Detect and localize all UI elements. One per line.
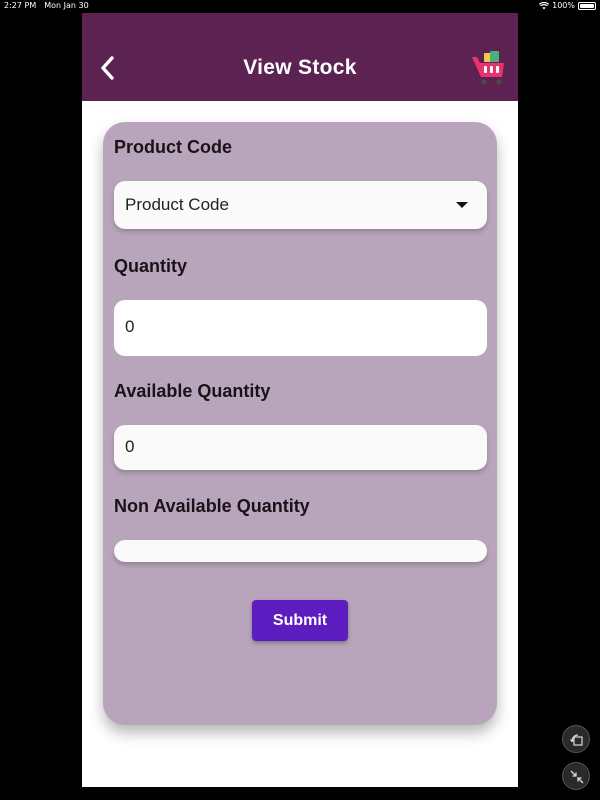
page-title: View Stock [243, 56, 357, 79]
status-bar-left: 2:27 PM Mon Jan 30 [4, 1, 89, 10]
status-bar-right: 100% [539, 1, 596, 10]
rotate-button[interactable] [562, 725, 590, 753]
chevron-down-icon [456, 202, 468, 208]
status-date: Mon Jan 30 [44, 1, 89, 10]
quantity-input[interactable]: 0 [114, 300, 487, 356]
app-window: View Stock Product Code Product Code Qua… [82, 13, 518, 787]
collapse-button[interactable] [562, 762, 590, 790]
available-quantity-label: Available Quantity [114, 381, 271, 401]
status-time: 2:27 PM [4, 1, 37, 10]
collapse-icon [570, 770, 584, 784]
battery-percent: 100% [552, 1, 575, 10]
product-code-selected: Product Code [125, 195, 229, 214]
app-bar: View Stock [82, 13, 518, 101]
available-quantity-value: 0 [125, 437, 135, 456]
non-available-quantity-field[interactable] [114, 540, 487, 562]
shopping-cart-icon[interactable] [470, 49, 508, 87]
quantity-value: 0 [125, 317, 135, 336]
quantity-label: Quantity [114, 256, 188, 276]
non-available-quantity-label: Non Available Quantity [114, 496, 310, 516]
wifi-icon [539, 1, 550, 9]
stock-form-card: Product Code Product Code Quantity 0 Ava… [103, 122, 497, 725]
status-bar: 2:27 PM Mon Jan 30 100% [0, 0, 600, 12]
submit-button[interactable]: Submit [252, 600, 348, 641]
product-code-dropdown[interactable]: Product Code [114, 181, 487, 229]
available-quantity-field[interactable]: 0 [114, 425, 487, 470]
product-code-label: Product Code [114, 137, 233, 157]
battery-icon [578, 1, 596, 10]
rotate-icon [570, 734, 583, 746]
